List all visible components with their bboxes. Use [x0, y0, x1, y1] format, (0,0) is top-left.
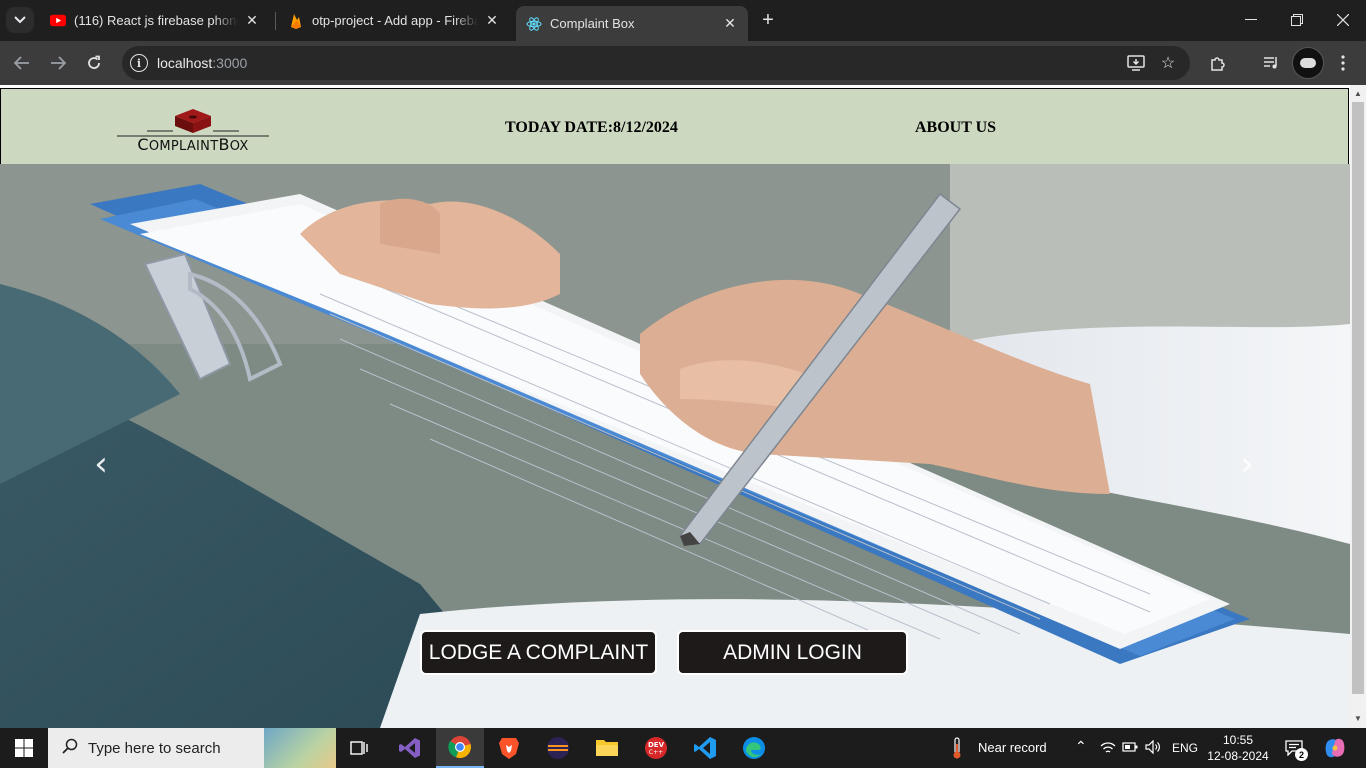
logo-wordmark: COMPLAINTBOX: [137, 135, 249, 154]
chevron-right-icon: ›: [1240, 444, 1254, 484]
svg-text:C++: C++: [649, 749, 663, 756]
windows-taskbar: Type here to search DEV C++ Near record ⌃: [0, 728, 1366, 768]
site-info-icon[interactable]: i: [130, 54, 148, 72]
carousel-prev-button[interactable]: ‹: [86, 444, 116, 484]
restore-button[interactable]: [1274, 0, 1320, 40]
system-clock[interactable]: 10:55 12-08-2024: [1206, 732, 1270, 764]
today-date: TODAY DATE:8/12/2024: [505, 119, 678, 136]
admin-login-button[interactable]: ADMIN LOGIN: [677, 630, 908, 675]
browser-toolbar: i localhost:3000 ☆: [0, 41, 1366, 85]
about-us-link[interactable]: ABOUT US: [915, 119, 996, 137]
volume-icon[interactable]: [1145, 739, 1161, 757]
tab-separator: [275, 12, 276, 30]
page-viewport: COMPLAINTBOX TODAY DATE:8/12/2024 ABOUT …: [0, 85, 1350, 728]
scroll-down-icon[interactable]: ▼: [1353, 713, 1363, 723]
brave-icon: [499, 738, 519, 759]
visual-studio-app[interactable]: [386, 728, 434, 768]
arrow-left-icon: [14, 56, 29, 70]
file-explorer-app[interactable]: [583, 728, 631, 768]
taskbar-search[interactable]: Type here to search: [48, 728, 336, 768]
search-icon: [62, 738, 78, 759]
weather-widget-icon[interactable]: [934, 728, 980, 768]
svg-text:DEV: DEV: [648, 741, 665, 749]
back-button[interactable]: [8, 49, 36, 77]
windows-logo-icon: [15, 739, 33, 757]
brave-app[interactable]: [485, 728, 533, 768]
battery-icon[interactable]: [1122, 741, 1138, 756]
address-bar[interactable]: i localhost:3000 ☆: [122, 46, 1190, 80]
browser-tab-strip: (116) React js firebase phone au ✕ otp-p…: [0, 0, 1366, 41]
extensions-icon[interactable]: [1205, 50, 1231, 76]
tab-search-button[interactable]: [6, 7, 34, 33]
close-icon[interactable]: ✕: [244, 12, 260, 29]
tab-title: Complaint Box: [550, 16, 635, 31]
chevron-down-icon: [14, 16, 26, 24]
notification-center-icon[interactable]: 2: [1282, 736, 1308, 761]
page-scrollbar[interactable]: ▲ ▼: [1350, 85, 1366, 728]
react-icon: [526, 16, 542, 32]
hero-carousel: ‹ › LODGE A COMPLAINT ADMIN LOGIN: [0, 164, 1350, 728]
tab-youtube[interactable]: (116) React js firebase phone au ✕: [40, 6, 270, 35]
restore-icon: [1291, 14, 1303, 26]
close-icon: [1337, 14, 1349, 26]
site-header: COMPLAINTBOX TODAY DATE:8/12/2024 ABOUT …: [0, 88, 1349, 164]
clock-time: 10:55: [1222, 733, 1254, 747]
logo-box-icon: [117, 109, 269, 137]
install-app-icon[interactable]: [1125, 52, 1147, 74]
copilot-icon: [1325, 738, 1345, 758]
language-indicator[interactable]: ENG: [1172, 741, 1198, 755]
task-view-icon: [350, 741, 368, 755]
edge-icon: [743, 737, 765, 759]
close-icon[interactable]: ✕: [484, 12, 500, 29]
minimize-icon: [1245, 19, 1257, 20]
dev-cpp-icon: DEVC++: [645, 737, 667, 759]
scroll-up-icon[interactable]: ▲: [1353, 88, 1363, 98]
edge-app[interactable]: [730, 728, 778, 768]
visual-studio-icon: [399, 738, 420, 758]
search-placeholder: Type here to search: [88, 739, 221, 757]
arrow-right-icon: [51, 56, 66, 70]
folder-icon: [596, 740, 618, 756]
weather-text[interactable]: Near record: [978, 740, 1047, 755]
vscode-icon: [694, 737, 716, 759]
url-text: localhost:3000: [157, 55, 248, 71]
close-icon[interactable]: ✕: [722, 15, 738, 32]
network-icon[interactable]: [1100, 741, 1116, 758]
close-window-button[interactable]: [1320, 0, 1366, 40]
task-view-button[interactable]: [336, 728, 384, 768]
bookmark-star-icon[interactable]: ☆: [1157, 52, 1179, 74]
eclipse-icon: [547, 737, 569, 759]
carousel-next-button[interactable]: ›: [1232, 444, 1262, 484]
eclipse-app[interactable]: [534, 728, 582, 768]
reload-icon: [88, 55, 100, 69]
youtube-icon: [50, 13, 66, 29]
notification-count: 2: [1295, 748, 1308, 761]
forward-button[interactable]: [44, 49, 72, 77]
clock-date: 12-08-2024: [1207, 749, 1269, 763]
scrollbar-thumb[interactable]: [1352, 102, 1364, 694]
chrome-app[interactable]: [436, 728, 484, 768]
menu-icon[interactable]: [1330, 50, 1356, 76]
new-tab-button[interactable]: +: [756, 8, 780, 32]
media-queue-icon[interactable]: [1258, 50, 1284, 76]
tab-complaint-box[interactable]: Complaint Box ✕: [516, 6, 748, 41]
clipboard-photo: [0, 164, 1350, 728]
search-highlight-image: [264, 728, 336, 768]
start-button[interactable]: [0, 728, 48, 768]
tab-firebase[interactable]: otp-project - Add app - Firebas ✕: [278, 6, 510, 35]
chrome-icon: [448, 736, 471, 759]
tab-title: (116) React js firebase phone au: [74, 13, 238, 28]
firebase-icon: [288, 13, 304, 29]
tab-title: otp-project - Add app - Firebas: [312, 13, 478, 28]
copilot-app[interactable]: [1312, 728, 1358, 768]
vscode-app[interactable]: [681, 728, 729, 768]
dev-cpp-app[interactable]: DEV C++: [632, 728, 680, 768]
tray-overflow-icon[interactable]: ⌃: [1075, 738, 1087, 755]
profile-avatar[interactable]: [1292, 47, 1324, 79]
minimize-button[interactable]: [1228, 0, 1274, 40]
reload-button[interactable]: [80, 49, 108, 77]
lodge-complaint-button[interactable]: LODGE A COMPLAINT: [420, 630, 657, 675]
chevron-left-icon: ‹: [94, 444, 108, 484]
complaintbox-logo[interactable]: COMPLAINTBOX: [117, 105, 269, 155]
